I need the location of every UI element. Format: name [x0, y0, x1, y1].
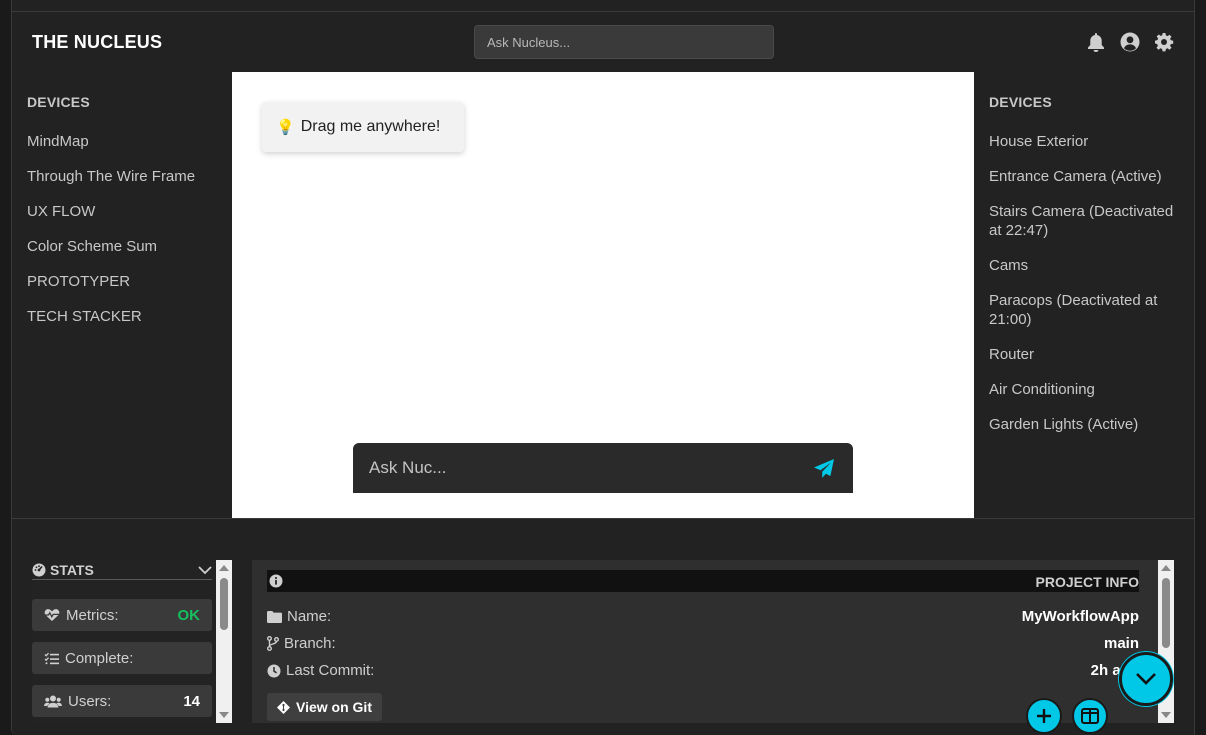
draggable-card[interactable]: 💡 Drag me anywhere!	[262, 102, 464, 152]
stat-users: Users: 14	[32, 685, 212, 717]
chevron-down-icon[interactable]	[198, 562, 212, 580]
project-info-header: PROJECT INFO	[267, 570, 1139, 592]
stat-users-value: 14	[183, 692, 200, 710]
project-name-key: Name:	[267, 608, 331, 625]
info-icon	[269, 574, 283, 593]
bell-icon[interactable]	[1086, 31, 1106, 53]
brand-title: THE NUCLEUS	[32, 32, 163, 52]
chevron-down-icon	[1136, 673, 1156, 685]
sidebar-item-mindmap[interactable]: MindMap	[27, 132, 222, 151]
stat-metrics-value: OK	[177, 606, 201, 624]
device-air-conditioning[interactable]: Air Conditioning	[989, 380, 1184, 399]
chat-input[interactable]	[353, 443, 793, 493]
stats-title: STATS	[50, 562, 94, 578]
scroll-down-arrow[interactable]	[1161, 712, 1171, 718]
layout-toggle-button[interactable]	[1072, 698, 1108, 734]
scroll-up-arrow[interactable]	[1161, 565, 1171, 571]
code-branch-icon	[267, 636, 279, 651]
project-info-title: PROJECT INFO	[1035, 574, 1139, 590]
columns-icon	[1081, 708, 1099, 724]
project-info-panel: PROJECT INFO Name: MyWorkflowApp Branch:…	[252, 560, 1174, 723]
right-device-list: House Exterior Entrance Camera (Active) …	[989, 132, 1184, 450]
send-icon[interactable]	[813, 458, 835, 480]
project-branch-value: main	[1103, 635, 1139, 652]
project-name-value: MyWorkflowApp	[1021, 608, 1139, 625]
scroll-down-arrow[interactable]	[219, 712, 229, 718]
gauge-icon	[32, 563, 46, 577]
view-on-git-button[interactable]: View on Git	[267, 693, 382, 721]
stats-title-wrap: STATS	[32, 562, 94, 578]
stats-scrollbar[interactable]	[216, 560, 232, 723]
left-sidebar: DEVICES MindMap Through The Wire Frame U…	[12, 72, 232, 518]
device-house-exterior[interactable]: House Exterior	[989, 132, 1184, 151]
stat-users-label: Users:	[68, 692, 112, 710]
stat-metrics: Metrics: OK	[32, 599, 212, 631]
device-cams[interactable]: Cams	[989, 256, 1184, 275]
stat-complete: Complete:	[32, 642, 212, 674]
chat-bar	[353, 443, 853, 493]
header-icons	[1086, 31, 1174, 53]
heartbeat-icon	[44, 609, 60, 621]
git-icon	[277, 700, 290, 714]
scroll-thumb[interactable]	[220, 578, 228, 630]
sidebar-item-color-scheme[interactable]: Color Scheme Sum	[27, 237, 222, 256]
add-button[interactable]	[1026, 698, 1062, 734]
device-router[interactable]: Router	[989, 345, 1184, 364]
clock-icon	[267, 664, 281, 677]
project-branch-label: Branch:	[284, 635, 336, 652]
folder-icon	[267, 610, 282, 623]
gear-icon[interactable]	[1154, 31, 1174, 53]
user-circle-icon[interactable]	[1120, 31, 1140, 53]
top-header: THE NUCLEUS	[12, 12, 1194, 72]
left-device-list: MindMap Through The Wire Frame UX FLOW C…	[27, 132, 222, 342]
sidebar-item-wire-frame[interactable]: Through The Wire Frame	[27, 167, 222, 186]
device-paracops[interactable]: Paracops (Deactivated at 21:00)	[989, 291, 1184, 329]
project-commit-key: Last Commit:	[267, 662, 374, 679]
project-branch-row: Branch: main	[267, 635, 1139, 655]
stat-complete-label: Complete:	[65, 649, 134, 667]
sidebar-item-ux-flow[interactable]: UX FLOW	[27, 202, 222, 221]
app-window: THE NUCLEUS DEVICES MindMap Through The …	[11, 11, 1195, 735]
sidebar-item-tech-stacker[interactable]: TECH STACKER	[27, 307, 222, 326]
project-commit-row: Last Commit: 2h ago	[267, 662, 1139, 682]
stat-complete-label-wrap: Complete:	[44, 650, 200, 667]
project-branch-key: Branch:	[267, 635, 336, 652]
left-sidebar-title: DEVICES	[27, 94, 90, 110]
device-entrance-camera[interactable]: Entrance Camera (Active)	[989, 167, 1184, 186]
right-sidebar: DEVICES House Exterior Entrance Camera (…	[974, 72, 1194, 518]
main-canvas[interactable]: 💡 Drag me anywhere!	[232, 72, 974, 518]
stat-metrics-label: Metrics:	[66, 606, 119, 624]
search-input[interactable]	[474, 25, 774, 59]
view-on-git-label: View on Git	[296, 699, 372, 715]
project-name-label: Name:	[287, 608, 332, 625]
project-name-row: Name: MyWorkflowApp	[267, 608, 1139, 628]
device-stairs-camera[interactable]: Stairs Camera (Deactivated at 22:47)	[989, 202, 1184, 240]
project-commit-label: Last Commit:	[286, 662, 375, 679]
scroll-thumb[interactable]	[1162, 578, 1170, 648]
device-garden-lights[interactable]: Garden Lights (Active)	[989, 415, 1184, 434]
lightbulb-icon: 💡	[276, 119, 295, 136]
sidebar-item-prototyper[interactable]: PROTOTYPER	[27, 272, 222, 291]
plus-icon	[1037, 709, 1051, 723]
stat-metrics-label-wrap: Metrics:	[44, 607, 178, 624]
bottom-panel: STATS Metrics: OK Complete: Users: 14 PR…	[12, 519, 1194, 735]
drag-card-text: Drag me anywhere!	[300, 118, 441, 135]
scroll-up-arrow[interactable]	[219, 565, 229, 571]
stat-users-label-wrap: Users:	[44, 693, 183, 710]
tasks-icon	[44, 652, 59, 664]
stats-header[interactable]: STATS	[32, 560, 212, 580]
collapse-panel-button[interactable]	[1119, 652, 1173, 706]
users-icon	[44, 695, 62, 707]
right-sidebar-title: DEVICES	[989, 94, 1052, 110]
stats-panel: STATS Metrics: OK Complete: Users: 14	[32, 560, 232, 723]
